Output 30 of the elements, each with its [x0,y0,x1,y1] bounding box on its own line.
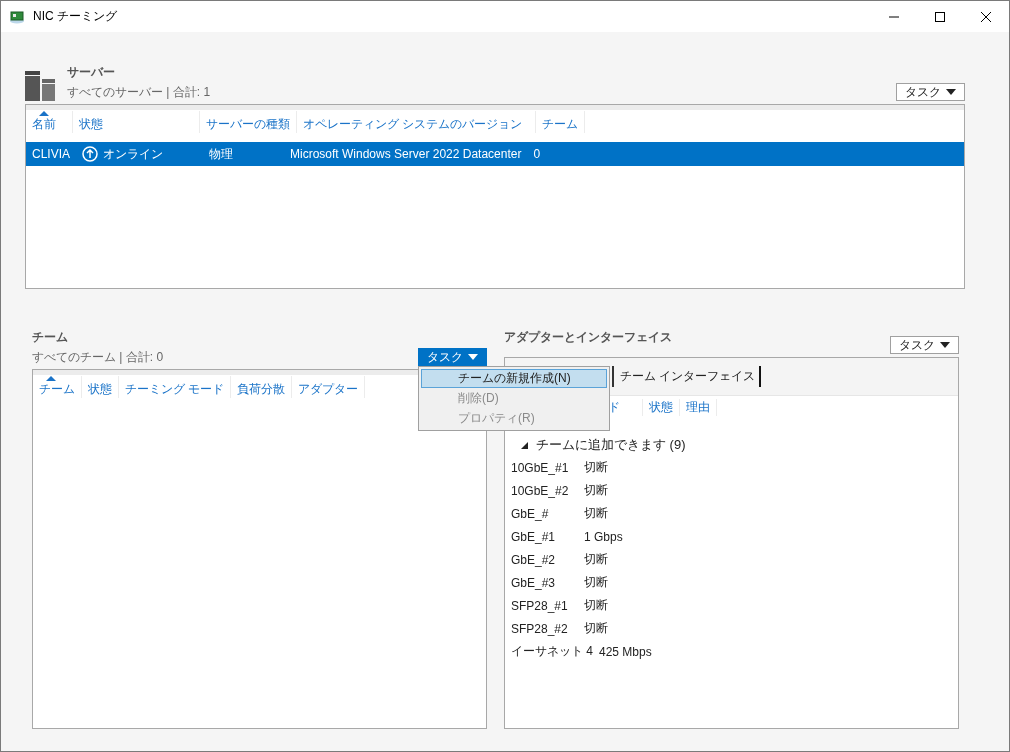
section-title: サーバー [67,64,116,81]
adapter-speed: 切断 [584,620,609,637]
section-title: チーム [32,329,69,346]
adapter-name: 10GbE_#2 [511,483,570,498]
section-subtitle: すべてのチーム | 合計: 0 [32,349,165,366]
adapter-speed: 切断 [584,505,609,522]
adapter-speed: 切断 [584,574,609,591]
adapter-speed: 切断 [584,551,609,568]
table-cell: オンライン [76,145,203,163]
adapter-name: GbE_#2 [511,552,557,567]
window-title: NIC チーミング [33,8,118,25]
adapter-speed: 425 Mbps [599,644,653,659]
adapter-name: GbE_#3 [511,575,557,590]
table-cell-text: 0 [532,147,542,161]
adapter-speed: 1 Gbps [584,529,624,544]
section-title: アダプターとインターフェイス [504,329,673,346]
adapter-name: SFP28_#1 [511,598,569,613]
table-cell-text: Microsoft Windows Server 2022 Datacenter [289,147,523,161]
adapter-name: GbE_#1 [511,529,557,544]
adapter-name: SFP28_#2 [511,621,569,636]
adapter-speed: 切断 [584,459,609,476]
section-subtitle: すべてのサーバー | 合計: 1 [67,84,212,101]
adapter-name: イーサネット 4 [511,643,593,660]
table-cell-text: 物理 [208,145,234,163]
adapter-speed: 切断 [584,597,609,614]
table-cell-text: CLIVIA [31,147,71,161]
group-label: チームに追加できます (9) [536,436,686,454]
adapter-speed: 切断 [584,482,609,499]
adapter-name: 10GbE_#1 [511,460,570,475]
adapter-name: GbE_# [511,506,550,521]
